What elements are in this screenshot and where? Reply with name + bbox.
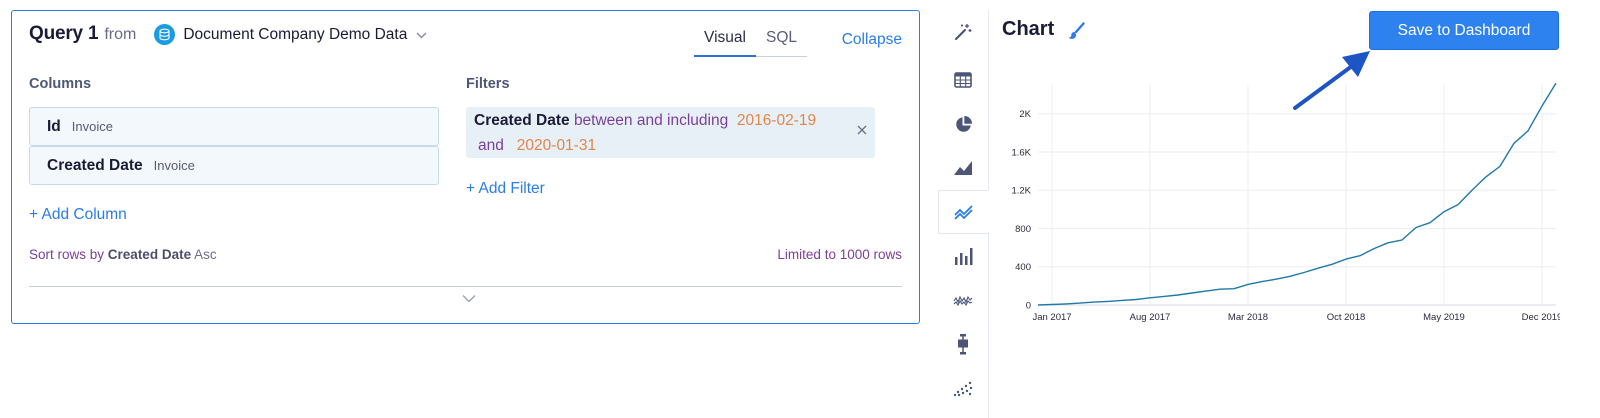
y-tick-label: 0: [1026, 301, 1031, 312]
series-line[interactable]: [1037, 82, 1557, 306]
x-tick-label: Jan 2017: [1032, 312, 1071, 323]
filter-line-2: and 2020-01-31: [478, 137, 596, 155]
x-tick-label: Mar 2018: [1228, 312, 1268, 323]
datasource-name: Document Company Demo Data: [183, 25, 408, 43]
datasource-selector[interactable]: Document Company Demo Data: [154, 24, 427, 45]
sort-field: Created Date: [107, 247, 192, 262]
divider: [988, 10, 989, 190]
y-tick-label: 1.6K: [1011, 147, 1031, 158]
filter-item[interactable]: Created Date between and including 2016-…: [466, 107, 875, 158]
area-chart-icon[interactable]: [938, 146, 988, 190]
x-tick-label: May 2019: [1423, 312, 1465, 323]
line-chart-icon[interactable]: [938, 190, 988, 234]
x-tick-label: Dec 2019: [1522, 312, 1560, 323]
query-title[interactable]: Query 1: [29, 23, 99, 45]
y-axis: 0 400 800 1.2K 1.6K 2K: [1011, 109, 1031, 311]
x-tick-label: Oct 2018: [1327, 312, 1366, 323]
y-tick-label: 2K: [1019, 109, 1031, 120]
query-panel: Query 1 from Document Company Demo Data …: [11, 10, 920, 324]
column-source: Invoice: [71, 119, 113, 134]
query-mode-tabs: Visual SQL: [694, 21, 807, 57]
pie-chart-icon[interactable]: [938, 102, 988, 146]
collapse-link[interactable]: Collapse: [842, 31, 902, 49]
column-source: Invoice: [153, 158, 195, 173]
filter-operator: between and including: [573, 112, 729, 129]
tab-sql[interactable]: SQL: [756, 21, 807, 57]
sort-setting[interactable]: Sort rows by Created Date Asc: [29, 247, 217, 262]
query-header: Query 1 from Document Company Demo Data …: [29, 19, 902, 57]
magic-wand-icon[interactable]: [938, 10, 988, 54]
scatter-icon[interactable]: [938, 366, 988, 410]
filter-value-to[interactable]: 2020-01-31: [517, 137, 596, 154]
close-icon[interactable]: [857, 125, 867, 135]
paintbrush-icon[interactable]: [1067, 22, 1085, 40]
chart-type-toolbar: [938, 10, 988, 418]
database-icon: [154, 24, 176, 45]
pin-icon[interactable]: [938, 322, 988, 366]
bar-chart-icon[interactable]: [938, 234, 988, 278]
chevron-down-icon[interactable]: [462, 294, 476, 303]
column-item[interactable]: Created Date Invoice: [29, 146, 439, 185]
add-column-button[interactable]: + Add Column: [29, 206, 127, 224]
filters-label: Filters: [466, 76, 510, 92]
column-name: Id: [47, 117, 61, 135]
filter-value-from[interactable]: 2016-02-19: [737, 112, 816, 129]
sort-direction: Asc: [194, 247, 217, 262]
app-root: Query 1 from Document Company Demo Data …: [0, 0, 1600, 418]
filter-line-1: Created Date between and including 2016-…: [474, 112, 816, 130]
row-limit[interactable]: Limited to 1000 rows: [777, 247, 902, 262]
series-group: [1037, 82, 1557, 306]
sort-prefix: Sort rows by: [29, 247, 105, 262]
filter-field: Created Date: [474, 112, 570, 129]
divider: [988, 232, 989, 418]
chevron-down-icon: [416, 32, 427, 39]
chart-grid: [1038, 85, 1556, 306]
table-icon[interactable]: [938, 58, 988, 102]
from-label: from: [104, 26, 137, 43]
column-item[interactable]: Id Invoice: [29, 107, 439, 146]
divider: [29, 286, 902, 287]
column-name: Created Date: [47, 156, 143, 174]
y-tick-label: 1.2K: [1011, 186, 1031, 197]
y-tick-label: 400: [1015, 262, 1031, 273]
y-tick-label: 800: [1015, 224, 1031, 235]
columns-label: Columns: [29, 76, 92, 92]
filter-joiner: and: [478, 137, 504, 154]
save-to-dashboard-button[interactable]: Save to Dashboard: [1369, 11, 1559, 50]
sparkline-icon[interactable]: [938, 278, 988, 322]
x-tick-label: Aug 2017: [1130, 312, 1171, 323]
chart-title: Chart: [1002, 18, 1055, 40]
line-chart: 0 400 800 1.2K 1.6K 2K Jan 2017 Aug 2017 Mar 20…: [1011, 82, 1560, 323]
add-filter-button[interactable]: + Add Filter: [466, 180, 545, 198]
x-axis: Jan 2017 Aug 2017 Mar 2018 Oct 2018 May 2019…: [1032, 312, 1560, 323]
tab-visual[interactable]: Visual: [694, 21, 756, 57]
